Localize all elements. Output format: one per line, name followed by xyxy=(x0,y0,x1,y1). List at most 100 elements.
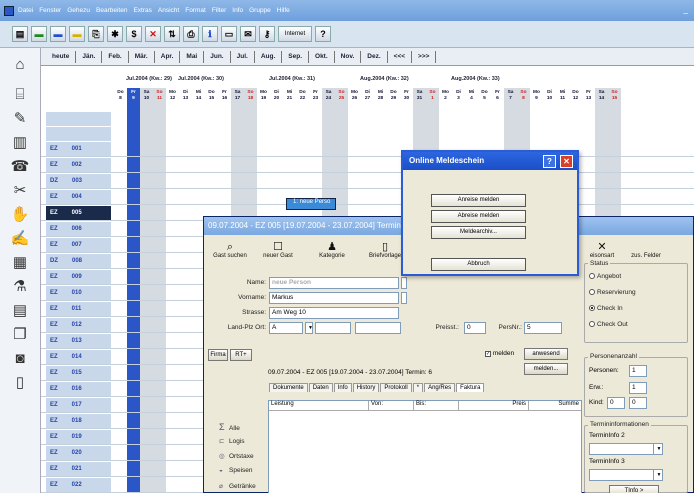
kind-field[interactable]: 0 xyxy=(607,397,625,409)
tab-faktura[interactable]: Faktura xyxy=(456,383,485,392)
camera-icon[interactable]: ◙ xyxy=(9,348,31,370)
mail-icon[interactable]: ✉ xyxy=(240,26,256,42)
internet-button[interactable]: Internet xyxy=(278,26,312,42)
room-label[interactable]: EZ 013 xyxy=(46,334,111,348)
status-reservierung-radio[interactable]: Reservierung xyxy=(589,289,636,296)
month-tab[interactable]: Sep. xyxy=(282,50,310,63)
room-label[interactable]: EZ 015 xyxy=(46,366,111,380)
room-label[interactable]: EZ 018 xyxy=(46,414,111,428)
month-tab[interactable]: Aug. xyxy=(255,50,283,63)
menu-bearbeiten[interactable]: Bearbeiten xyxy=(96,7,127,14)
month-tab[interactable]: <<< xyxy=(388,50,413,63)
room-label[interactable]: EZ 001 xyxy=(46,142,111,156)
tab-info[interactable]: Info xyxy=(333,383,352,392)
reisonsart-button[interactable]: ✕ eisonsart xyxy=(584,241,620,259)
vorname-field[interactable]: Markus xyxy=(269,292,399,304)
name-field-extra[interactable] xyxy=(401,277,407,289)
tab-ang-res[interactable]: Ang/Res xyxy=(424,383,456,392)
ort-field[interactable] xyxy=(355,322,401,334)
blue-line-icon[interactable]: ▬ xyxy=(50,26,66,42)
menu-info[interactable]: Info xyxy=(232,7,243,14)
tab-daten[interactable]: Daten xyxy=(308,383,333,392)
col-von[interactable]: Von: xyxy=(369,401,414,410)
pen-icon[interactable]: ✎ xyxy=(9,108,31,130)
delete-icon[interactable]: ✕ xyxy=(145,26,161,42)
persnr-field[interactable]: 5 xyxy=(524,322,562,334)
menu-datei[interactable]: Datei xyxy=(18,7,33,14)
month-tab[interactable]: Nov. xyxy=(335,50,362,63)
plz-field[interactable] xyxy=(315,322,351,334)
yellow-line-icon[interactable]: ▬ xyxy=(69,26,85,42)
month-tab[interactable]: Mär. xyxy=(129,50,155,63)
room-label[interactable]: EZ 019 xyxy=(46,430,111,444)
room-label[interactable]: EZ 012 xyxy=(46,318,111,332)
tab-dokumente[interactable]: Dokumente xyxy=(269,383,308,392)
menu-fenster[interactable]: Fenster xyxy=(39,7,61,14)
room-label[interactable]: EZ 020 xyxy=(46,446,111,460)
print-icon[interactable]: ⎙ xyxy=(183,26,199,42)
room-label[interactable]: EZ 010 xyxy=(46,286,111,300)
room-label[interactable]: EZ 005 xyxy=(46,206,111,220)
info-icon[interactable]: ℹ xyxy=(202,26,218,42)
erw-field[interactable]: 1 xyxy=(629,382,647,394)
room-label[interactable]: EZ 009 xyxy=(46,270,111,284)
room-label[interactable]: EZ 014 xyxy=(46,350,111,364)
folder-icon[interactable]: ▭ xyxy=(221,26,237,42)
filter-ortstaxe[interactable]: ◎ Ortstaxe xyxy=(219,452,254,460)
status-checkout-radio[interactable]: Check Out xyxy=(589,321,628,328)
new-guest-button[interactable]: ☐ neuer Gast xyxy=(260,241,296,259)
tab-history[interactable]: History xyxy=(352,383,380,392)
book-icon[interactable]: ▥ xyxy=(9,132,31,154)
month-tab[interactable]: >>> xyxy=(412,50,437,63)
edit-icon[interactable]: ✍ xyxy=(9,228,31,250)
filter-speisen[interactable]: ◒ Speisen xyxy=(219,467,253,474)
vorname-field-extra[interactable] xyxy=(401,292,407,304)
menu-filter[interactable]: Filter xyxy=(212,7,226,14)
col-summe[interactable]: Summe xyxy=(529,401,581,410)
services-table[interactable]: Leistung Von: Bis: Preis Summe xyxy=(268,400,582,493)
document-icon[interactable]: ▯ xyxy=(9,372,31,394)
kind-field-2[interactable]: 0 xyxy=(629,397,647,409)
month-tab[interactable]: Dez. xyxy=(361,50,388,63)
month-tab[interactable]: Mai xyxy=(180,50,205,63)
col-leistung[interactable]: Leistung xyxy=(269,401,369,410)
category-button[interactable]: ♟ Kategorie xyxy=(314,241,350,259)
month-tab[interactable]: Okt. xyxy=(309,50,335,63)
chart-icon[interactable]: ⌸ xyxy=(9,84,31,106)
abbruch-button[interactable]: Abbruch xyxy=(431,258,526,271)
key-icon[interactable]: ⚷ xyxy=(259,26,275,42)
melden-checkbox[interactable]: ✓ melden xyxy=(485,350,514,357)
green-line-icon[interactable]: ▬ xyxy=(31,26,47,42)
strasse-field[interactable]: Am Weg 10 xyxy=(269,307,399,319)
close-button[interactable]: ✕ xyxy=(560,155,573,168)
room-row[interactable] xyxy=(41,174,694,189)
termininfo2-dropdown-icon[interactable]: ▼ xyxy=(653,443,663,455)
copy-icon[interactable]: ⎘ xyxy=(88,26,104,42)
room-label[interactable]: EZ 016 xyxy=(46,382,111,396)
extra-fields-button[interactable]: zus. Felder xyxy=(624,241,668,259)
room-label[interactable]: EZ 022 xyxy=(46,478,111,492)
menu-hilfe[interactable]: Hilfe xyxy=(277,7,290,14)
termininfo3-select[interactable] xyxy=(589,469,663,481)
room-label[interactable]: EZ 006 xyxy=(46,222,111,236)
status-checkin-radio[interactable]: Check In xyxy=(589,305,623,312)
name-field[interactable]: neue Person xyxy=(269,277,399,289)
anreise-melden-button[interactable]: Anreise melden xyxy=(431,194,526,207)
room-label[interactable]: DZ 008 xyxy=(46,254,111,268)
melden-button[interactable]: melden... xyxy=(524,363,568,375)
room-label[interactable]: EZ 004 xyxy=(46,190,111,204)
status-angebot-radio[interactable]: Angebot xyxy=(589,273,621,280)
land-dropdown-icon[interactable]: ▼ xyxy=(305,322,313,334)
room-label[interactable]: EZ 021 xyxy=(46,462,111,476)
cleaning-icon[interactable]: ⚗ xyxy=(9,276,31,298)
menu-gehezu[interactable]: Gehezu xyxy=(67,7,90,14)
money-icon[interactable]: $ xyxy=(126,26,142,42)
hand-icon[interactable]: ✋ xyxy=(9,204,31,226)
filter-alle[interactable]: Σ Alle xyxy=(219,422,240,432)
room-label[interactable]: DZ 003 xyxy=(46,174,111,188)
menu-gruppe[interactable]: Gruppe xyxy=(249,7,271,14)
month-tab[interactable]: Apr. xyxy=(155,50,181,63)
menu-ansicht[interactable]: Ansicht xyxy=(158,7,179,14)
col-preis[interactable]: Preis xyxy=(459,401,529,410)
filter-getraenke[interactable]: ⌀ Getränke xyxy=(219,482,256,490)
